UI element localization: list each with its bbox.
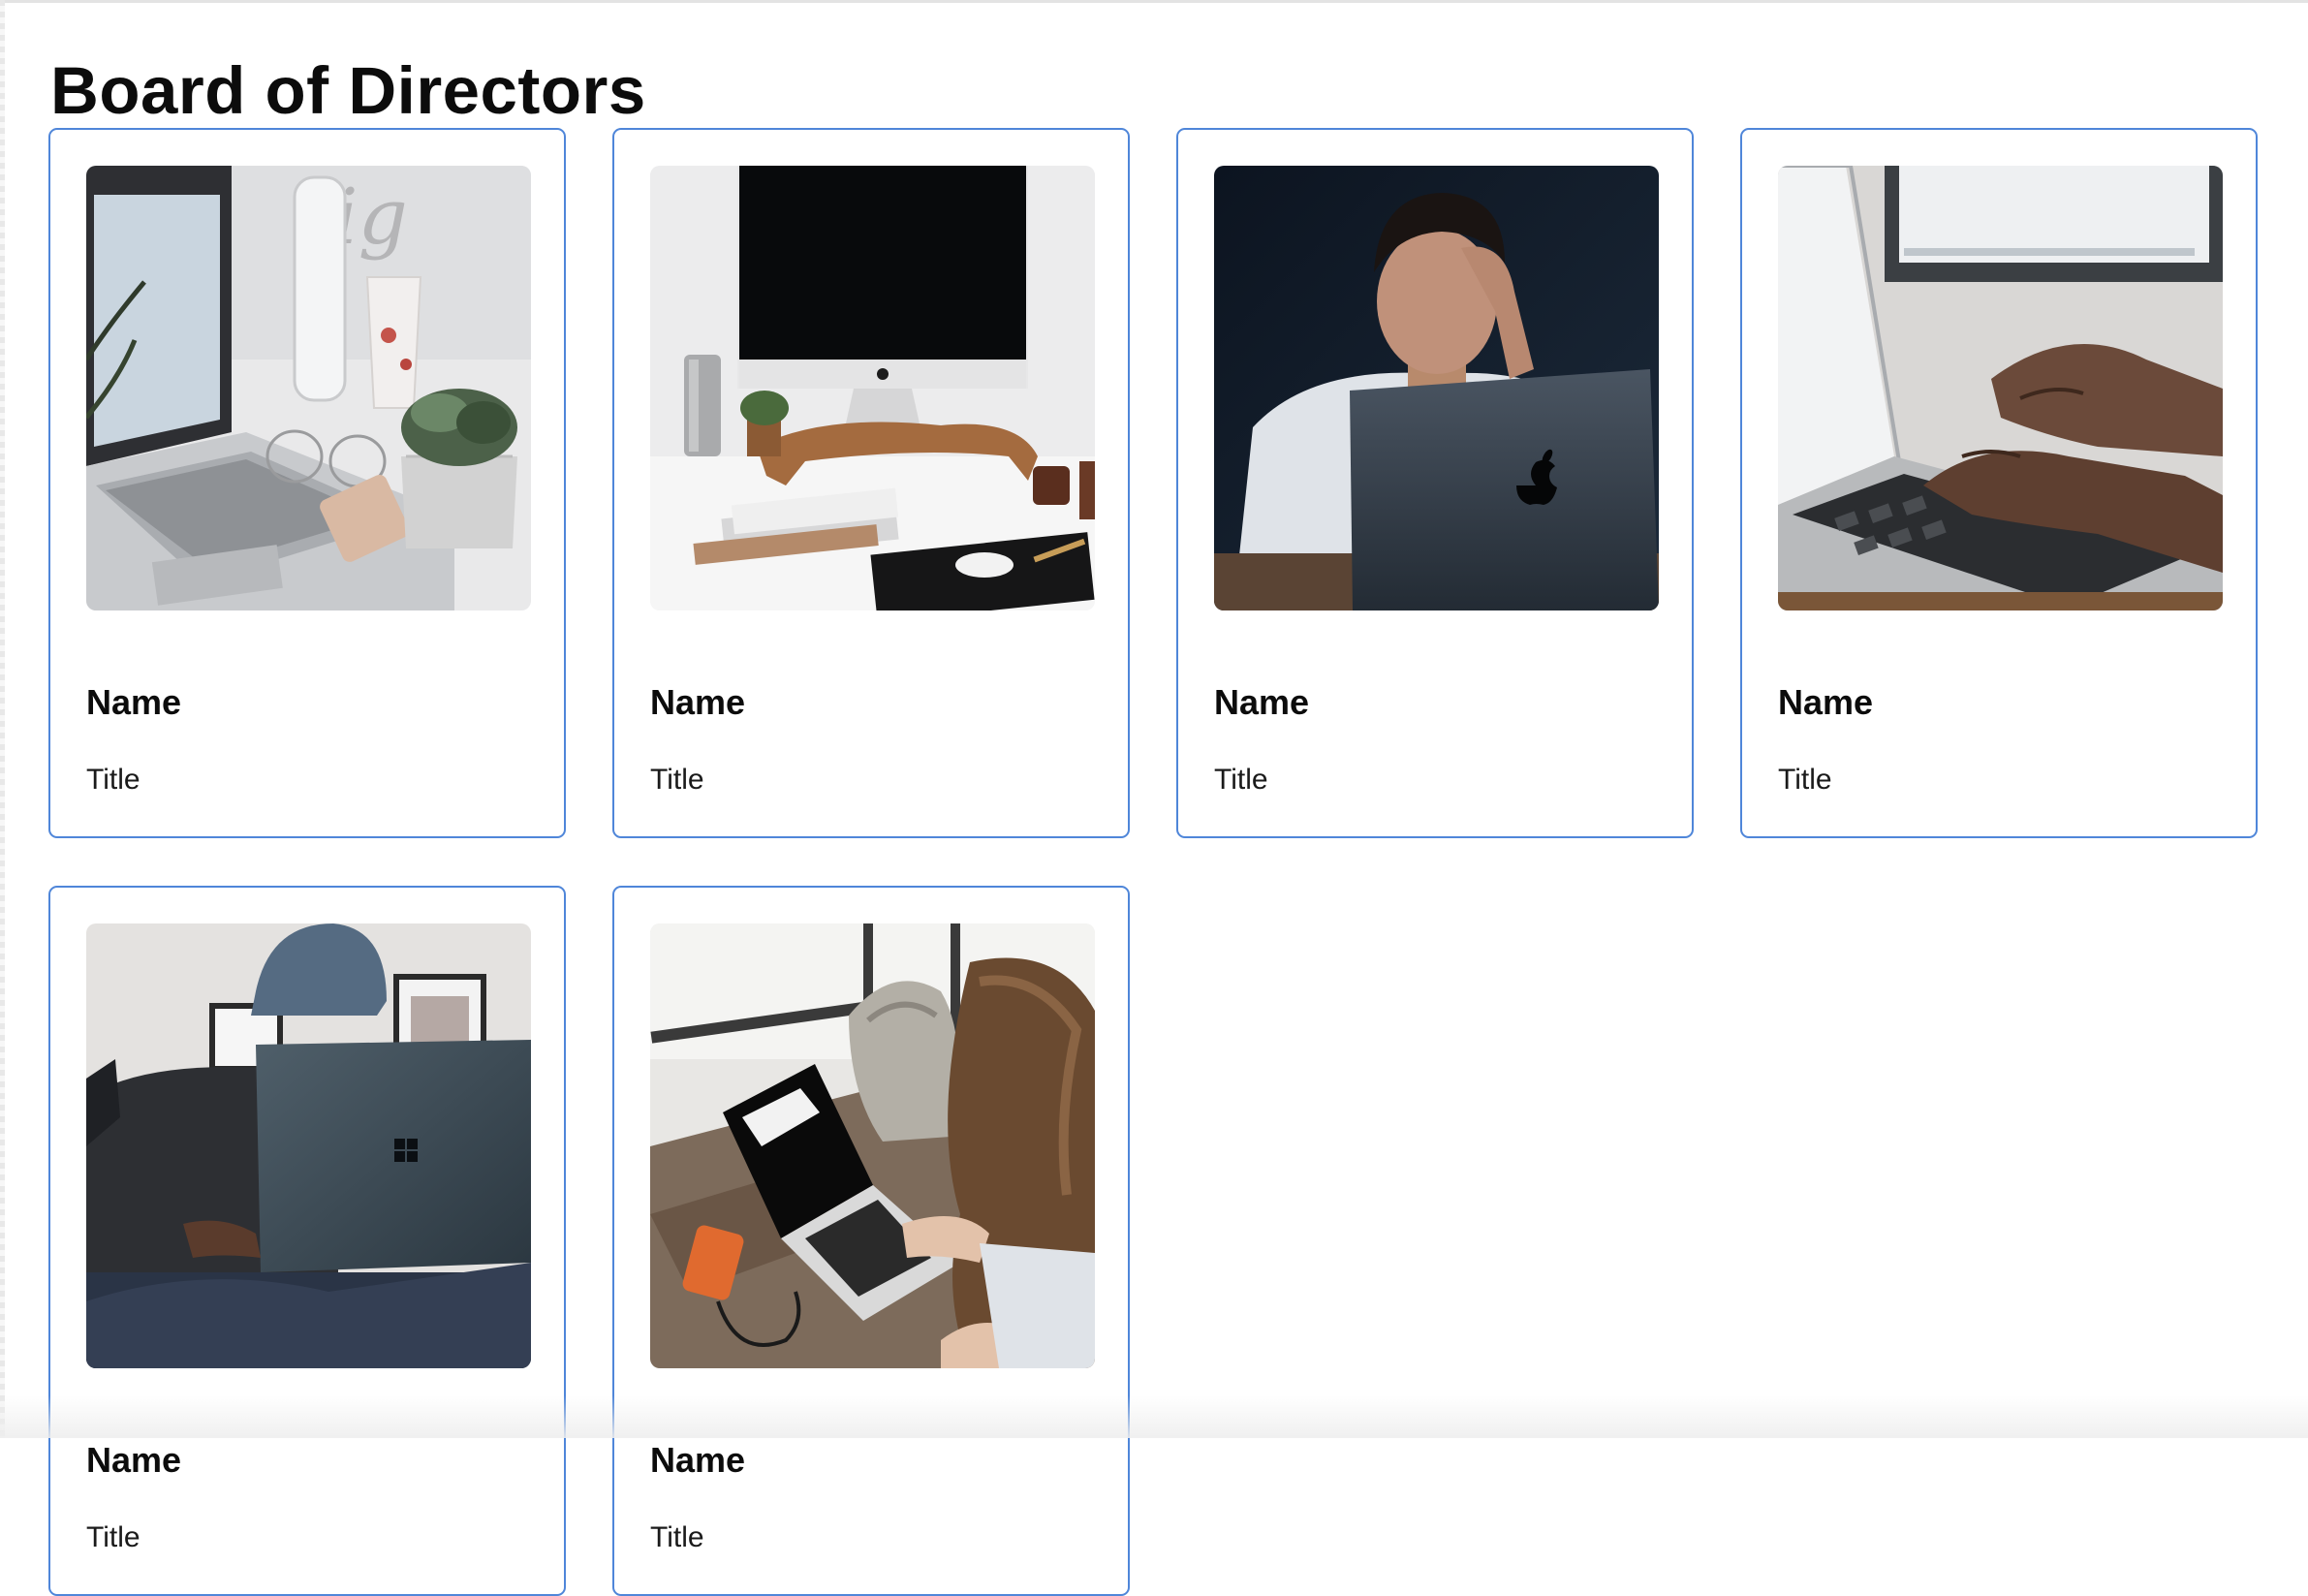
man-behind-macbook-photo bbox=[1214, 166, 1659, 610]
director-name: Name bbox=[86, 1440, 182, 1480]
director-title: Title bbox=[1214, 764, 1268, 796]
director-name: Name bbox=[1214, 682, 1310, 722]
director-card[interactable]: ig Name Title bbox=[48, 128, 566, 838]
director-name: Name bbox=[650, 1440, 746, 1480]
director-card[interactable]: Name Title bbox=[612, 886, 1130, 1596]
director-title: Title bbox=[86, 764, 140, 796]
window-left-edge bbox=[0, 0, 5, 1438]
woman-laptop-window-photo bbox=[650, 923, 1095, 1368]
imac-desk-setup-photo bbox=[650, 166, 1095, 610]
laptop-desk-plant-photo: ig bbox=[86, 166, 531, 610]
window-top-edge bbox=[0, 0, 2308, 3]
man-in-beanie-laptop-photo bbox=[86, 923, 531, 1368]
director-card[interactable]: Name Title bbox=[612, 128, 1130, 838]
director-name: Name bbox=[86, 682, 182, 722]
director-title: Title bbox=[650, 1521, 704, 1553]
director-name: Name bbox=[650, 682, 746, 722]
director-name: Name bbox=[1778, 682, 1874, 722]
director-title: Title bbox=[86, 1521, 140, 1553]
hands-typing-laptop-photo bbox=[1778, 166, 2223, 610]
director-title: Title bbox=[1778, 764, 1832, 796]
director-card[interactable]: Name Title bbox=[48, 886, 566, 1596]
director-card[interactable]: Name Title bbox=[1740, 128, 2258, 838]
page-title: Board of Directors bbox=[50, 53, 646, 129]
director-title: Title bbox=[650, 764, 704, 796]
director-card[interactable]: Name Title bbox=[1176, 128, 1694, 838]
